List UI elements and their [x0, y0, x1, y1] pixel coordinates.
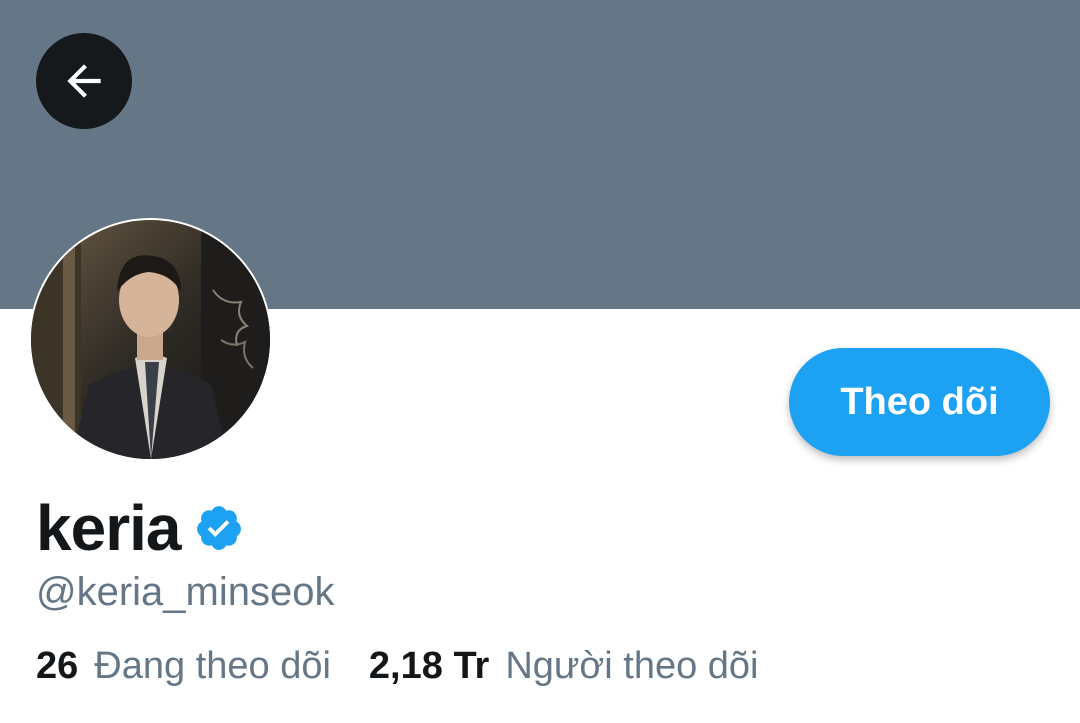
following-stat[interactable]: 26 Đang theo dõi — [36, 645, 331, 688]
verified-badge-icon — [197, 506, 242, 550]
followers-count: 2,18 Tr — [368, 644, 490, 687]
back-button[interactable] — [36, 33, 132, 129]
followers-stat[interactable]: 2,18 Tr Người theo dõi — [369, 645, 759, 688]
display-name: keria — [36, 492, 181, 564]
profile-page: Theo dõi keria @keria_minseok 26 Đang th… — [0, 0, 1080, 723]
following-label: Đang theo dõi — [94, 644, 331, 687]
arrow-left-icon — [67, 64, 101, 98]
followers-label: Người theo dõi — [505, 644, 759, 687]
avatar[interactable] — [29, 218, 272, 461]
following-count: 26 — [36, 644, 79, 687]
follow-stats: 26 Đang theo dõi 2,18 Tr Người theo dõi — [36, 640, 759, 692]
username-handle: @keria_minseok — [36, 570, 335, 614]
profile-photo — [31, 220, 270, 459]
follow-button[interactable]: Theo dõi — [789, 348, 1050, 456]
name-row: keria — [36, 490, 244, 566]
